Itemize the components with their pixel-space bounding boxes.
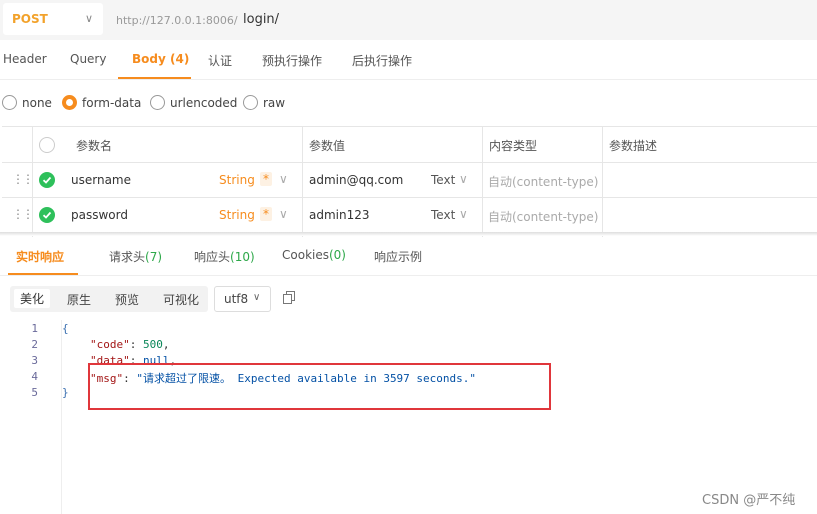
tab-pre-script[interactable]: 预执行操作 (262, 52, 322, 69)
param-value[interactable]: admin@qq.com (309, 173, 403, 187)
param-name[interactable]: username (71, 173, 131, 187)
chevron-down-icon[interactable]: ∨ (459, 172, 468, 186)
format-preview-button[interactable]: 预览 (115, 291, 139, 308)
request-tabs: Header Query Body (4) 认证 预执行操作 后执行操作 (0, 40, 817, 80)
column-header: 参数值 (309, 139, 346, 153)
tab-cookies[interactable]: Cookies(0) (282, 248, 346, 262)
tab-post-script[interactable]: 后执行操作 (352, 52, 412, 69)
tab-auth[interactable]: 认证 (208, 52, 232, 69)
tab-realtime-response[interactable]: 实时响应 (16, 248, 64, 265)
method-select[interactable]: POST ∨ (3, 3, 103, 35)
radio-label: raw (263, 95, 286, 110)
table-row: ⋮⋮ password String * ∨ admin123 Text ∨ 自… (2, 197, 817, 233)
tab-request-headers[interactable]: 请求头(7) (109, 248, 162, 265)
tab-query[interactable]: Query (70, 52, 106, 66)
param-type[interactable]: String (219, 173, 255, 187)
column-header: 参数描述 (609, 139, 658, 153)
content-type[interactable]: 自动(content-type) (488, 208, 598, 225)
tab-count: (10) (230, 250, 255, 264)
code-line: { (62, 322, 69, 335)
code-line: } (62, 386, 69, 399)
radio-icon (150, 95, 165, 110)
param-name[interactable]: password (71, 208, 128, 222)
chevron-down-icon[interactable]: ∨ (279, 172, 288, 186)
param-value[interactable]: admin123 (309, 208, 370, 222)
column-header: 参数名 (76, 139, 113, 153)
params-table: 参数名 参数值 内容类型 参数描述 ⋮⋮ username String * ∨… (2, 126, 817, 237)
radio-label: form-data (82, 95, 142, 110)
line-number: 2 (31, 338, 38, 351)
select-all-checkbox[interactable] (39, 137, 55, 153)
radio-icon (243, 95, 258, 110)
tab-body[interactable]: Body (4) (132, 52, 189, 66)
watermark: CSDN @严不纯 (702, 493, 796, 508)
check-icon (42, 211, 52, 219)
table-header-row: 参数名 参数值 内容类型 参数描述 (2, 127, 817, 163)
format-toggle: 美化 原生 预览 可视化 (10, 286, 208, 312)
column-header: 内容类型 (489, 139, 538, 153)
format-visual-button[interactable]: 可视化 (163, 291, 199, 308)
value-type-select[interactable]: Text (431, 208, 455, 222)
highlight-annotation-box (88, 363, 551, 410)
code-line: "code": 500, (90, 338, 170, 351)
radio-urlencoded[interactable]: urlencoded (150, 95, 237, 110)
content-type[interactable]: 自动(content-type) (488, 173, 598, 190)
radio-icon (2, 95, 17, 110)
url-path-input[interactable]: login/ (243, 12, 279, 27)
format-pretty-button[interactable]: 美化 (14, 289, 51, 308)
chevron-down-icon: ∨ (253, 292, 261, 303)
radio-label: none (22, 95, 52, 110)
row-checkbox[interactable] (39, 172, 55, 188)
radio-selected-icon (62, 95, 77, 110)
drag-handle-icon[interactable]: ⋮⋮ (12, 207, 34, 221)
required-badge[interactable]: * (260, 172, 272, 186)
tab-count: (0) (328, 248, 346, 262)
tab-label: 请求头 (109, 250, 146, 264)
active-tab-indicator (8, 273, 78, 275)
tab-header[interactable]: Header (3, 52, 47, 66)
tab-response-example[interactable]: 响应示例 (374, 248, 422, 265)
method-label: POST (12, 12, 48, 26)
format-raw-button[interactable]: 原生 (67, 291, 91, 308)
tab-label: 响应头 (194, 250, 231, 264)
value-type-select[interactable]: Text (431, 173, 455, 187)
line-number: 4 (31, 370, 38, 383)
required-badge[interactable]: * (260, 207, 272, 221)
response-body-viewer[interactable]: 1 2 3 4 5 { "code": 500, "data": null, "… (0, 320, 817, 514)
radio-raw[interactable]: raw (243, 95, 285, 110)
tab-label: Cookies (282, 248, 329, 262)
check-icon (42, 176, 52, 184)
encoding-label: utf8 (224, 292, 249, 306)
line-number: 1 (31, 322, 38, 335)
chevron-down-icon[interactable]: ∨ (459, 207, 468, 221)
param-type[interactable]: String (219, 208, 255, 222)
copy-icon[interactable] (283, 291, 295, 304)
line-number: 5 (31, 386, 38, 399)
row-checkbox[interactable] (39, 207, 55, 223)
radio-form-data[interactable]: form-data (62, 95, 141, 110)
radio-none[interactable]: none (2, 95, 52, 110)
url-host[interactable]: http://127.0.0.1:8006/ (116, 14, 238, 27)
tab-response-headers[interactable]: 响应头(10) (194, 248, 255, 265)
line-number: 3 (31, 354, 38, 367)
table-row: ⋮⋮ username String * ∨ admin@qq.com Text… (2, 162, 817, 198)
encoding-select[interactable]: utf8 ∨ (214, 286, 271, 312)
tab-count: (7) (145, 250, 163, 264)
active-tab-indicator (118, 77, 191, 79)
drag-handle-icon[interactable]: ⋮⋮ (12, 172, 34, 186)
chevron-down-icon[interactable]: ∨ (279, 207, 288, 221)
url-bar: POST ∨ http://127.0.0.1:8006/ login/ (0, 0, 817, 40)
radio-label: urlencoded (170, 95, 238, 110)
response-tabs: 实时响应 请求头(7) 响应头(10) Cookies(0) 响应示例 (0, 236, 817, 276)
chevron-down-icon: ∨ (85, 12, 94, 25)
